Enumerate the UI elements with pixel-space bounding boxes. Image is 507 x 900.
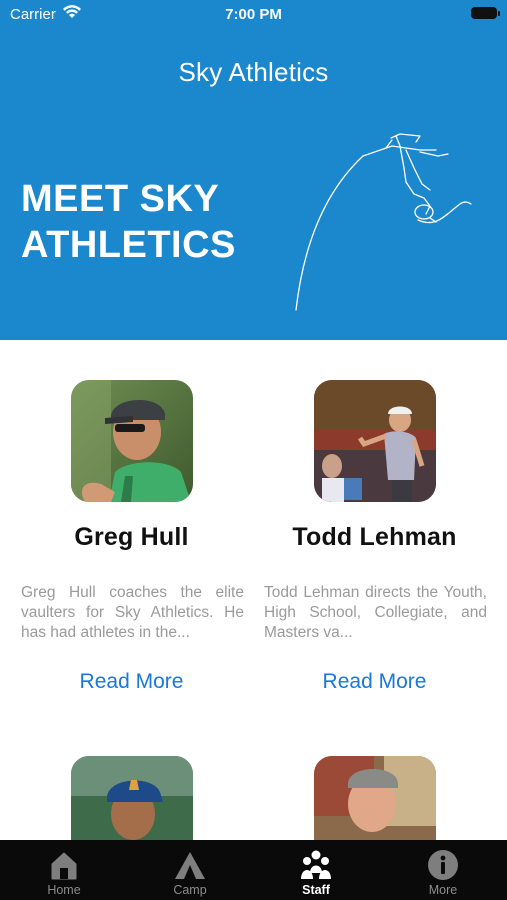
staff-photo-todd-lehman bbox=[314, 380, 436, 502]
staff-grid: Greg Hull Greg Hull coaches the elite va… bbox=[0, 340, 507, 840]
battery-icon bbox=[471, 7, 500, 19]
header-banner: Carrier 7:00 PM Sky Athletics MEET SKY A… bbox=[0, 0, 507, 340]
tab-more[interactable]: More bbox=[380, 840, 506, 900]
staff-photo-3 bbox=[71, 756, 193, 840]
home-icon bbox=[51, 852, 77, 880]
tab-bar: Home Camp Staff More bbox=[0, 840, 507, 900]
staff-card-greg-hull: Greg Hull Greg Hull coaches the elite va… bbox=[10, 340, 253, 840]
staff-bio: Todd Lehman directs the Youth, High Scho… bbox=[264, 584, 487, 641]
hero-line-2: ATHLETICS bbox=[21, 224, 236, 266]
camp-icon bbox=[175, 852, 205, 879]
tab-label: Camp bbox=[173, 883, 207, 897]
staff-card-todd-lehman: Todd Lehman Todd Lehman directs the Yout… bbox=[253, 340, 496, 840]
avatar[interactable] bbox=[71, 380, 193, 502]
hero-line-1: MEET SKY bbox=[21, 178, 220, 220]
staff-photo-greg-hull bbox=[71, 380, 193, 502]
staff-bio: Greg Hull coaches the elite vaulters for… bbox=[21, 584, 244, 641]
staff-name: Greg Hull bbox=[74, 523, 189, 551]
info-icon bbox=[428, 850, 458, 880]
pole-vaulter-illustration bbox=[295, 133, 472, 311]
staff-icon bbox=[301, 850, 331, 879]
tab-label: Staff bbox=[302, 883, 330, 897]
read-more-link[interactable]: Read More bbox=[253, 670, 496, 694]
staff-photo-4 bbox=[314, 756, 436, 840]
avatar[interactable] bbox=[314, 756, 436, 840]
tab-camp[interactable]: Camp bbox=[127, 840, 253, 900]
app-title: Sky Athletics bbox=[178, 57, 329, 87]
staff-name: Todd Lehman bbox=[292, 523, 457, 551]
tab-staff[interactable]: Staff bbox=[253, 840, 379, 900]
read-more-link[interactable]: Read More bbox=[10, 670, 253, 694]
status-bar: Carrier 7:00 PM bbox=[0, 0, 507, 28]
avatar[interactable] bbox=[71, 756, 193, 840]
tab-label: Home bbox=[47, 883, 81, 897]
tab-home[interactable]: Home bbox=[1, 840, 127, 900]
hero-heading: MEET SKY ATHLETICS bbox=[21, 176, 281, 268]
avatar[interactable] bbox=[314, 380, 436, 502]
clock: 7:00 PM bbox=[225, 6, 282, 23]
tab-label: More bbox=[428, 883, 458, 897]
